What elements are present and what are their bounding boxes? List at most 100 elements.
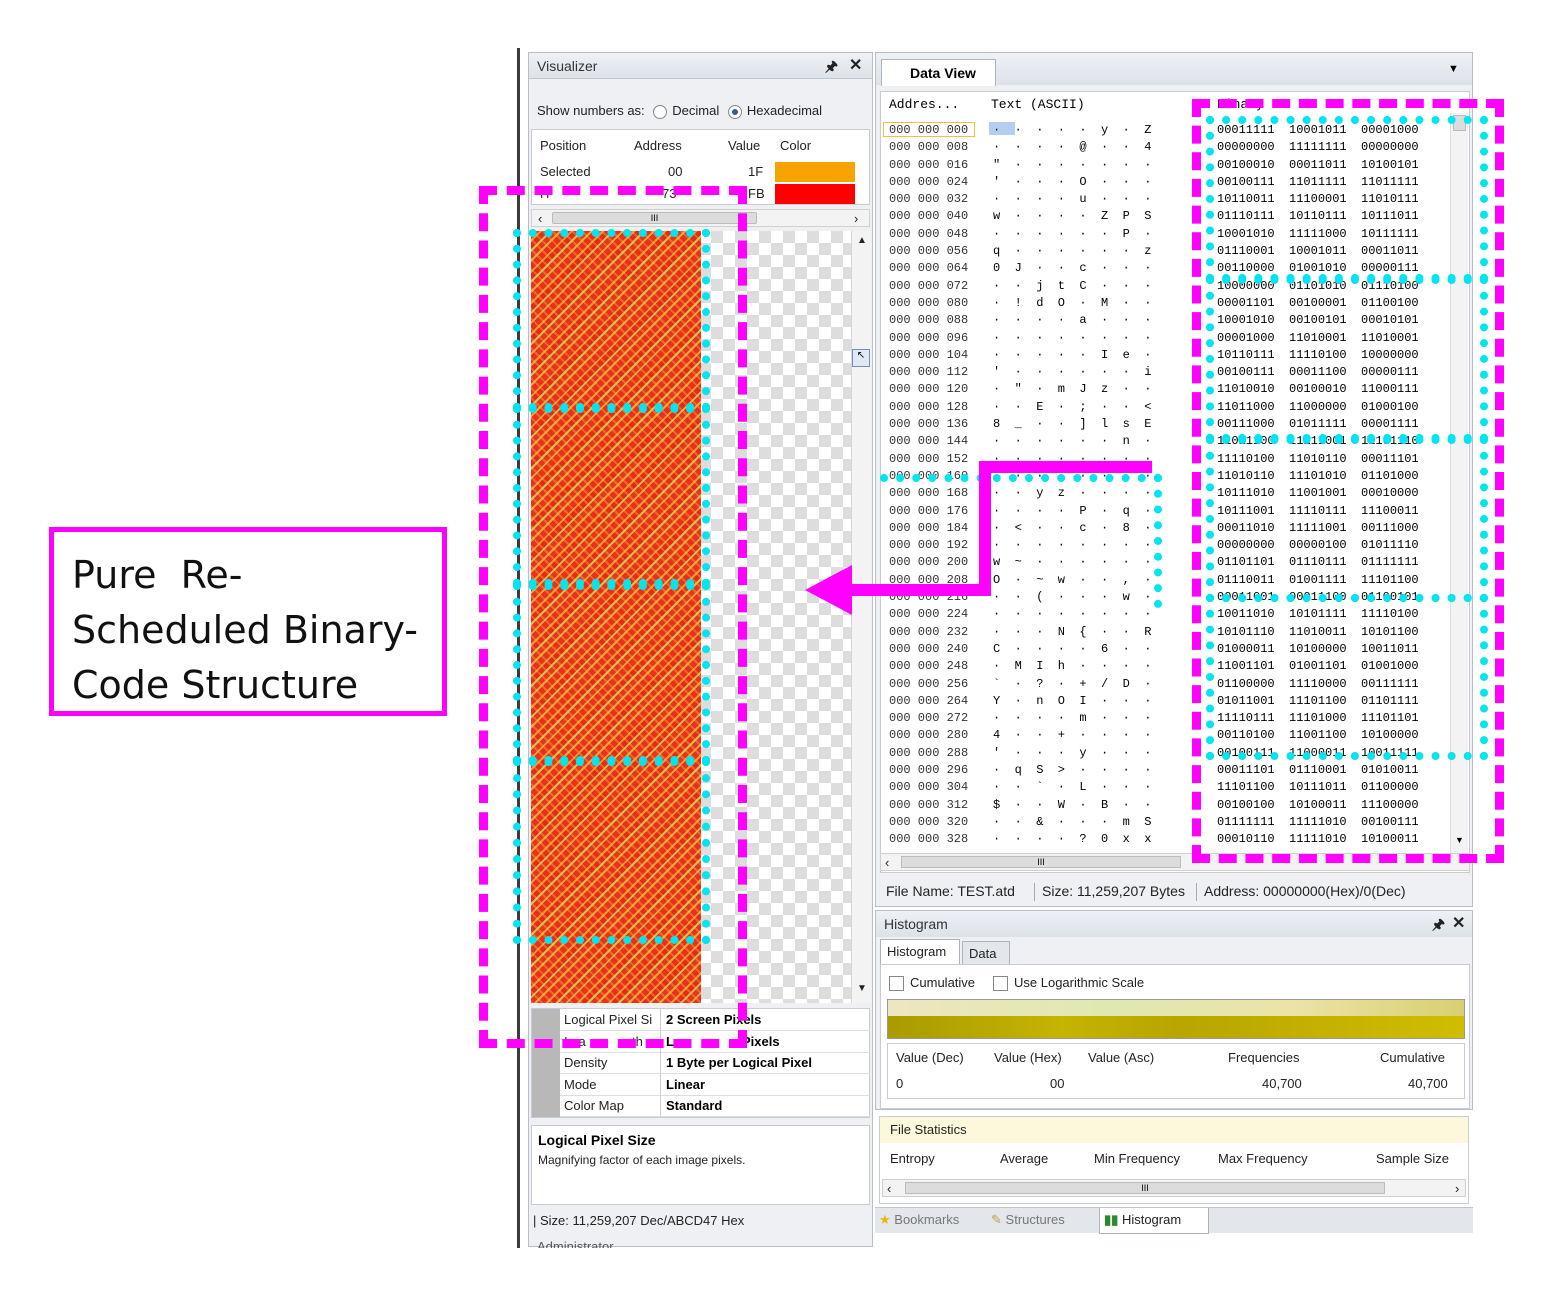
description-title: Logical Pixel Size [538,1132,656,1148]
decimal-radio[interactable] [653,104,668,119]
histogram-pin-icon[interactable]: 🖈︎ [1432,914,1445,938]
hist-col-cum: Cumulative [1380,1050,1446,1065]
stats-col-entropy: Entropy [890,1151,935,1166]
data-row-text: · · · · @ · · 4 [993,140,1152,155]
stats-hscroll-thumb[interactable]: III [905,1182,1385,1194]
tab-histogram-label: Histogram [887,944,947,959]
data-row-address: 000 000 248 [889,659,969,674]
tab-bookmarks-label: Bookmarks [894,1212,960,1227]
property-name[interactable]: Mode [564,1077,597,1092]
histogram-body: Cumulative Use Logarithmic Scale Value (… [880,964,1470,1109]
property-name[interactable]: Color Map [564,1098,624,1113]
data-row-text: ' · · · y · · · [993,745,1152,760]
property-value[interactable]: Linear [666,1077,705,1092]
data-row-address: 000 000 056 [889,244,969,259]
histogram-close-icon[interactable]: ✕ [1452,913,1465,933]
tab-histogram[interactable]: Histogram [880,939,960,965]
tab-histogram-bottom[interactable]: ▮▮ Histogram [1099,1208,1209,1234]
col-address: Address [634,138,682,153]
histogram-bar-highlights [888,1000,1464,1016]
data-row-text: · · · N { · · R [993,624,1152,639]
close-icon[interactable]: ✕ [849,55,862,75]
hist-cell-hex: 00 [1050,1076,1065,1091]
data-row-text: 8 _ · · ] l s E [993,417,1152,432]
data-row-text: · · · · · · · · [993,330,1152,345]
data-row-text: · · · · · · n · [993,434,1152,449]
hist-col-hex: Value (Hex) [994,1050,1062,1065]
file-statistics-pane: File Statistics Entropy Average Min Freq… [879,1116,1469,1204]
data-row-text: 0 J · · c · · · [993,261,1152,276]
cumulative-option[interactable]: Cumulative [889,975,975,992]
star-icon: ★ [879,1212,891,1227]
log-scale-option[interactable]: Use Logarithmic Scale [993,975,1144,992]
scroll-up-arrow-icon[interactable]: ▲ [857,235,867,246]
histogram-title: Histogram [884,916,948,932]
data-row-text: · · · · · y · Z [993,123,1152,137]
data-row-address: 000 000 048 [889,226,969,241]
status-address: Address: 00000000(Hex)/0(Dec) [1204,883,1406,899]
tab-structures-label: Structures [1005,1212,1065,1227]
log-scale-checkbox[interactable] [993,976,1008,992]
stats-scroll-left-icon[interactable]: ‹ [887,1181,891,1196]
cumulative-checkbox[interactable] [889,976,904,992]
data-scroll-left-icon[interactable]: ‹ [885,855,889,870]
tab-structures[interactable]: ✎ Structures [991,1212,1065,1228]
pin-icon[interactable]: 🖈︎ [825,56,838,80]
col-header-address: Addres... [889,97,960,112]
stats-hscroll[interactable]: ‹ III › [882,1179,1466,1197]
hist-col-dec: Value (Dec) [896,1050,964,1065]
highlight-segment-3 [513,582,710,764]
data-row-address: 000 000 256 [889,676,969,691]
annotation-label-box: Pure Re-Scheduled Binary-Code Structure [49,527,447,716]
tab-bookmarks[interactable]: ★ Bookmarks [879,1212,959,1228]
property-column-divider [660,1095,661,1116]
row-selected-address: 00 [668,164,683,179]
data-row-address: 000 000 144 [889,434,969,449]
tab-dropdown-icon[interactable]: ▼ [1448,63,1459,75]
data-hscroll-thumb[interactable]: III [901,856,1181,868]
highlight-segment-4 [513,758,710,944]
col-position: Position [540,138,587,153]
tab-histogram-bottom-content: ▮▮ Histogram [1104,1212,1181,1228]
data-row-address: 000 000 112 [889,365,969,380]
data-row-text: · · · · ? 0 x x [993,832,1152,847]
data-row-address: 000 000 088 [889,313,969,328]
tab-histogram-bottom-label: Histogram [1121,1212,1182,1227]
tab-data-view-label: Data View [910,65,976,81]
data-row-address: 000 000 272 [889,711,969,726]
hexadecimal-radio[interactable] [727,104,742,119]
data-row-text: 4 · · + · · · · [993,728,1152,743]
scroll-down-arrow-icon[interactable]: ▼ [857,983,867,994]
tab-data[interactable]: Data [962,941,1010,965]
data-view-tabstrip: Data View ▼ [876,53,1472,86]
bar-chart-icon: ▮▮ [1104,1212,1119,1227]
property-description: Logical Pixel Size Magnifying factor of … [531,1125,870,1205]
visualizer-status: | Size: 11,259,207 Dec/ABCD47 Hex [533,1213,745,1228]
data-row-address: 000 000 024 [889,174,969,189]
hist-cell-cum: 40,700 [1408,1076,1448,1091]
histogram-graph [887,999,1465,1039]
stats-scroll-right-icon[interactable]: › [1455,1181,1459,1196]
data-row-text: Y · n O I · · · [993,693,1152,708]
stats-col-min: Min Frequency [1094,1151,1180,1166]
arrow-head [805,565,852,615]
data-row-text: · · · · · · P · [993,226,1152,241]
hist-col-asc: Value (Asc) [1088,1050,1155,1065]
property-name[interactable]: Density [564,1055,607,1070]
row-selected-color-swatch [775,162,855,182]
tab-data-view[interactable]: Data View [881,59,996,86]
data-row-address: 000 000 232 [889,624,969,639]
row-selected-position: Selected [540,164,591,179]
highlight-segment-2 [513,405,710,587]
data-row-text: ' · · · O · · · [993,174,1152,189]
status-file-name: File Name: TEST.atd [886,883,1015,899]
data-row-text: · ! d O · M · · [993,295,1152,310]
cursor-icon: ↖ [852,349,870,367]
data-row-address: 000 000 072 [889,278,969,293]
property-value[interactable]: Standard [666,1098,722,1113]
property-value[interactable]: 1 Byte per Logical Pixel [666,1055,812,1070]
stats-col-sample: Sample Size [1376,1151,1449,1166]
status-divider [1034,883,1035,901]
taskbar-user: Administrator [537,1239,614,1248]
scroll-right-arrow-icon[interactable]: › [854,211,858,226]
